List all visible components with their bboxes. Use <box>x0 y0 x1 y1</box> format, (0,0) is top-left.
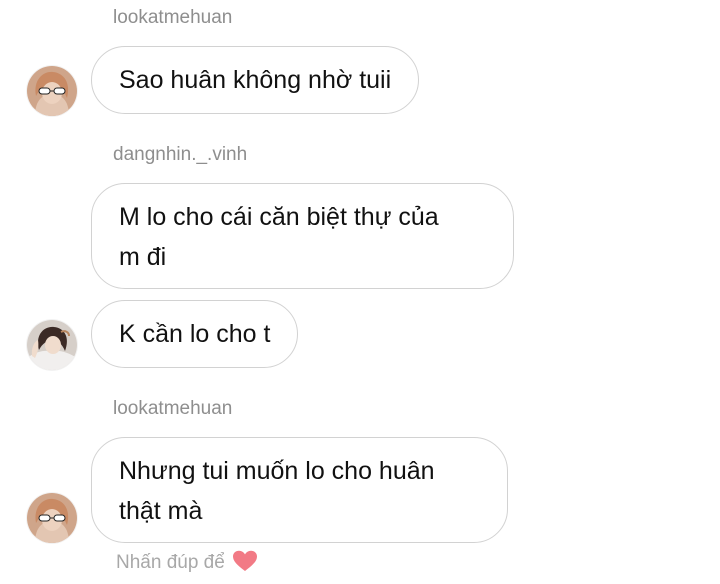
sender-username[interactable]: lookatmehuan <box>113 7 232 29</box>
message-text: K cần lo cho t <box>119 320 271 348</box>
message-bubble[interactable]: Nhưng tui muốn lo cho huân thật mà <box>91 437 508 543</box>
avatar[interactable] <box>27 320 77 370</box>
message-bubble[interactable]: M lo cho cái căn biệt thự của m đi <box>91 183 514 289</box>
avatar-photo <box>27 66 77 116</box>
double-tap-hint-text: Nhấn đúp để <box>116 552 225 573</box>
sender-username[interactable]: dangnhin._.vinh <box>113 144 247 166</box>
message-bubble[interactable]: K cần lo cho t <box>91 300 299 368</box>
avatar[interactable] <box>27 66 77 116</box>
double-tap-hint: Nhấn đúp để <box>116 550 258 579</box>
heart-icon[interactable] <box>232 550 258 579</box>
sender-username[interactable]: lookatmehuan <box>113 398 232 420</box>
message-text: thật mà <box>119 497 203 525</box>
message-bubble[interactable]: Sao huân không nhờ tuii <box>91 46 420 114</box>
message-text: Nhưng tui muốn lo cho huân <box>119 457 435 485</box>
message-text: Sao huân không nhờ tuii <box>119 66 392 94</box>
avatar-photo <box>27 493 77 543</box>
avatar-photo <box>27 320 77 370</box>
message-text: M lo cho cái căn biệt thự của <box>119 203 439 231</box>
avatar[interactable] <box>27 493 77 543</box>
message-text: m đi <box>119 243 167 271</box>
